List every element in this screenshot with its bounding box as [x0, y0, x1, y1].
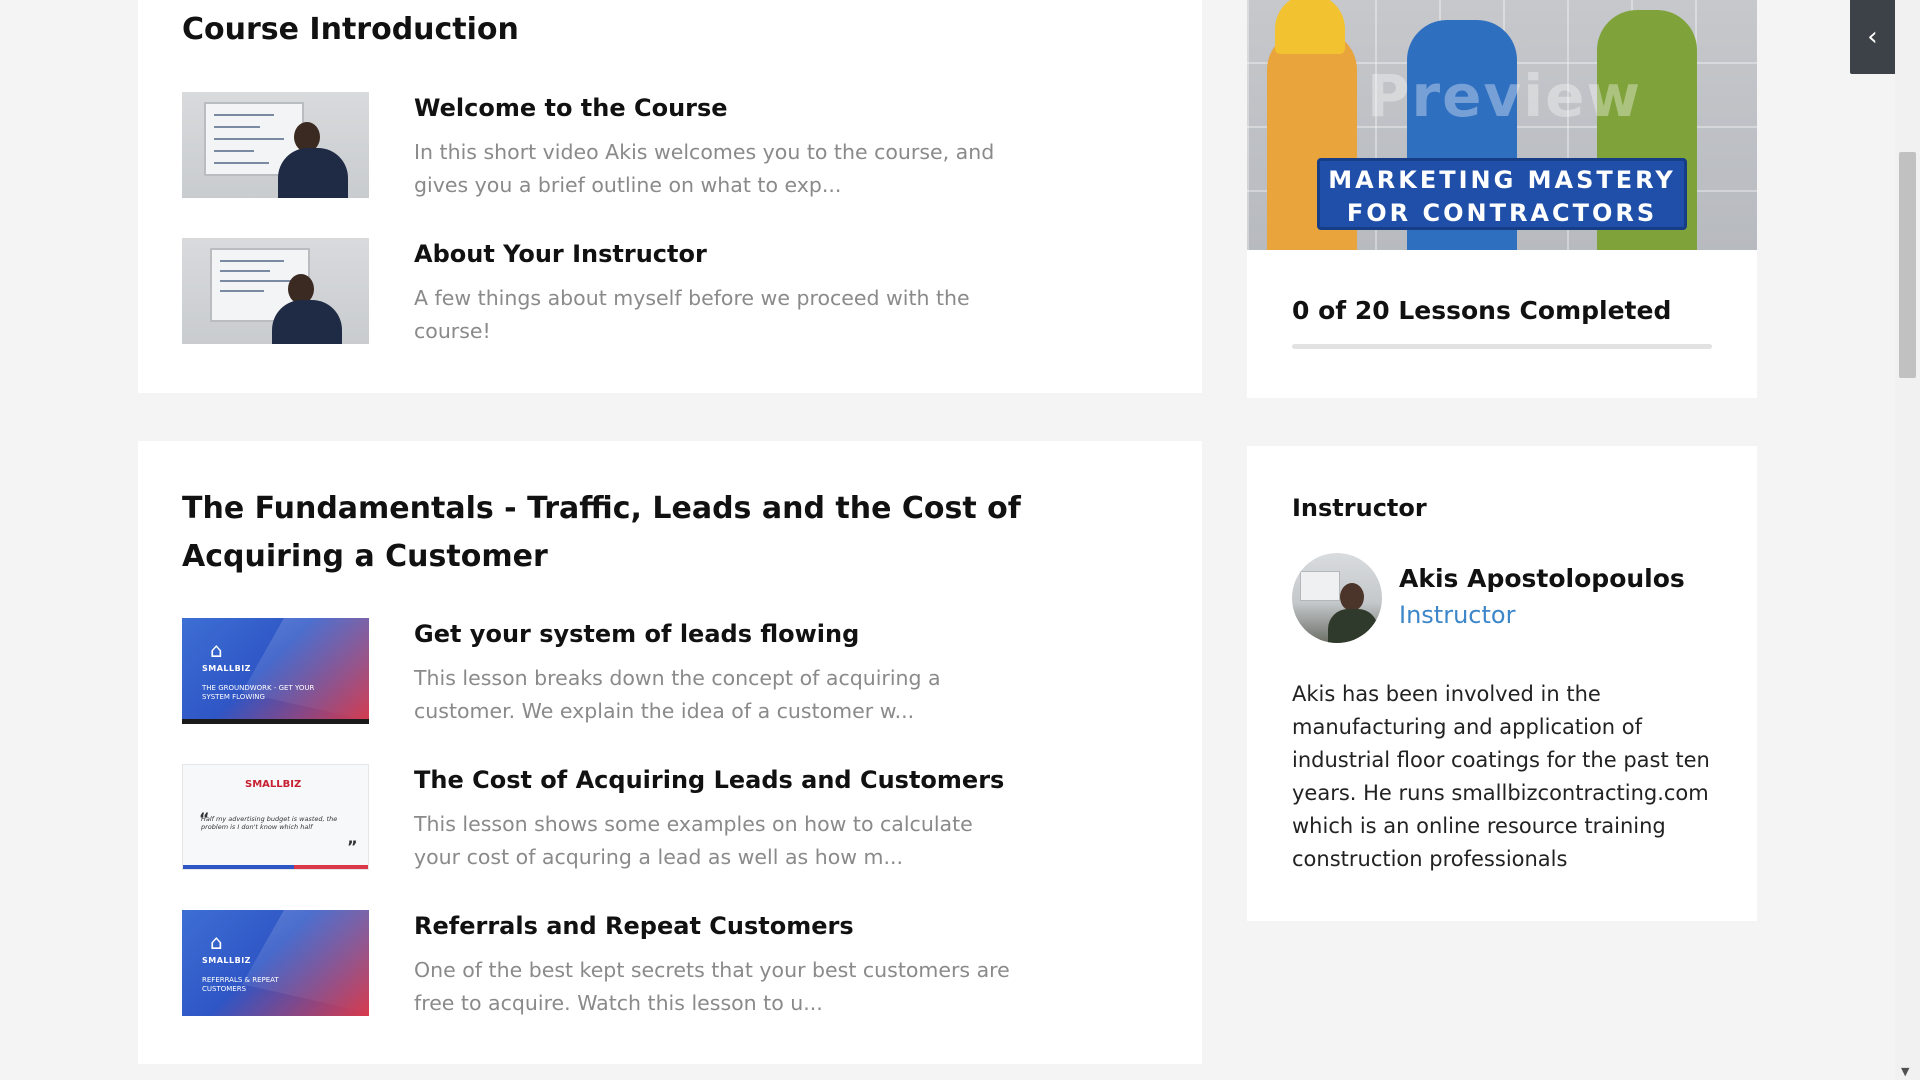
- lesson-description: This lesson breaks down the concept of a…: [414, 666, 941, 723]
- smallbiz-logo-icon: SMALLBIZ: [245, 779, 302, 790]
- section-course-introduction: Course Introduction Welcome to the Cours…: [138, 0, 1202, 393]
- section-title: Course Introduction: [182, 12, 519, 47]
- scrollbar-thumb[interactable]: [1899, 152, 1916, 378]
- instructor-bio: Akis has been involved in the manufactur…: [1292, 682, 1710, 871]
- lesson-description: This lesson shows some examples on how t…: [414, 812, 973, 869]
- thumbnail-caption: THE GROUNDWORK - GET YOUR SYSTEM FLOWING: [202, 684, 315, 701]
- lesson-description: One of the best kept secrets that your b…: [414, 958, 1010, 1015]
- lesson-item-welcome[interactable]: Welcome to the Course In this short vide…: [182, 92, 1042, 198]
- avatar: [1292, 553, 1382, 643]
- banner-line-2: FOR CONTRACTORS: [1346, 199, 1658, 227]
- preview-watermark: Preview: [1367, 62, 1643, 130]
- thumbnail-brand: SMALLBIZ: [202, 956, 251, 965]
- lesson-description: In this short video Akis welcomes you to…: [414, 140, 995, 197]
- lesson-title[interactable]: Get your system of leads flowing: [414, 620, 859, 648]
- thumbnail-brand: SMALLBIZ: [202, 664, 251, 673]
- progress-label: 0 of 20 Lessons Completed: [1292, 296, 1672, 325]
- instructor-role: Instructor: [1399, 601, 1516, 629]
- course-banner-title: MARKETING MASTERY FOR CONTRACTORS: [1317, 158, 1687, 230]
- smallbiz-logo-icon: ⌂: [210, 930, 223, 954]
- course-banner-image: Preview MARKETING MASTERY FOR CONTRACTOR…: [1247, 0, 1757, 250]
- lesson-item-leads-flowing[interactable]: ⌂ SMALLBIZ THE GROUNDWORK - GET YOUR SYS…: [182, 618, 1042, 724]
- lesson-title[interactable]: About Your Instructor: [414, 240, 707, 268]
- course-progress-card: Preview MARKETING MASTERY FOR CONTRACTOR…: [1247, 0, 1757, 398]
- lesson-item-cost-of-acquiring[interactable]: SMALLBIZ “ Half my advertising budget is…: [182, 764, 1042, 870]
- section-title: The Fundamentals - Traffic, Leads and th…: [182, 491, 1021, 574]
- lesson-thumbnail[interactable]: SMALLBIZ “ Half my advertising budget is…: [182, 764, 369, 870]
- lesson-item-about-instructor[interactable]: About Your Instructor A few things about…: [182, 238, 1042, 344]
- sidebar-toggle-button[interactable]: ‹: [1850, 0, 1895, 74]
- lesson-thumbnail[interactable]: ⌂ SMALLBIZ REFERRALS & REPEAT CUSTOMERS: [182, 910, 369, 1016]
- lesson-title[interactable]: Welcome to the Course: [414, 94, 728, 122]
- thumbnail-caption: REFERRALS & REPEAT CUSTOMERS: [202, 976, 279, 993]
- lesson-thumbnail[interactable]: [182, 238, 369, 344]
- smallbiz-logo-icon: ⌂: [210, 638, 223, 662]
- lesson-description: A few things about myself before we proc…: [414, 286, 970, 343]
- section-fundamentals: The Fundamentals - Traffic, Leads and th…: [138, 441, 1202, 1064]
- instructor-name: Akis Apostolopoulos: [1399, 564, 1685, 593]
- scrollbar[interactable]: ▼: [1895, 0, 1920, 1080]
- lesson-thumbnail[interactable]: [182, 92, 369, 198]
- lesson-thumbnail[interactable]: ⌂ SMALLBIZ THE GROUNDWORK - GET YOUR SYS…: [182, 618, 369, 724]
- instructor-heading: Instructor: [1292, 494, 1427, 522]
- lesson-title[interactable]: The Cost of Acquiring Leads and Customer…: [414, 766, 1004, 794]
- quote-icon: ”: [347, 837, 358, 856]
- chevron-left-icon: ‹: [1867, 22, 1878, 52]
- progress-bar: [1292, 344, 1712, 349]
- scroll-down-arrow-icon[interactable]: ▼: [1901, 1065, 1909, 1078]
- thumbnail-quote: Half my advertising budget is wasted, th…: [201, 815, 338, 831]
- lesson-title[interactable]: Referrals and Repeat Customers: [414, 912, 854, 940]
- instructor-card: Instructor Akis Apostolopoulos Instructo…: [1247, 446, 1757, 921]
- banner-line-1: MARKETING MASTERY: [1328, 166, 1676, 194]
- lesson-item-referrals[interactable]: ⌂ SMALLBIZ REFERRALS & REPEAT CUSTOMERS …: [182, 910, 1042, 1016]
